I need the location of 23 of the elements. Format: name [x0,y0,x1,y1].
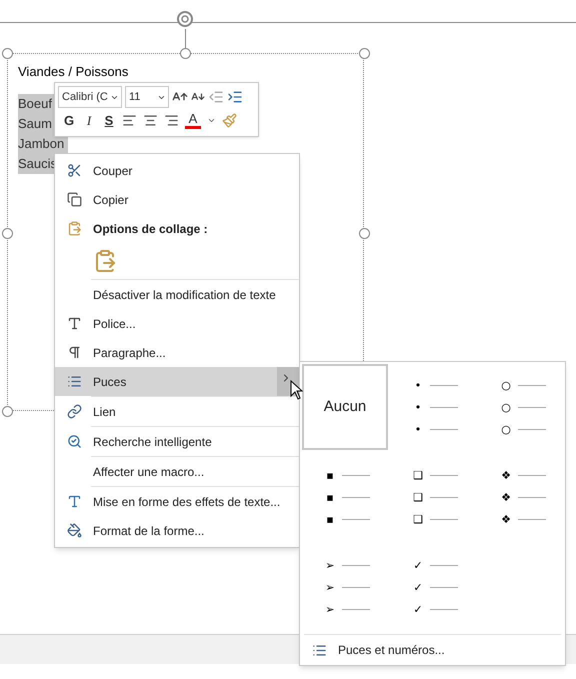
bullet-glyph: ❖ [500,512,512,526]
bullet-glyph: ▪ [325,468,335,482]
bullet-glyph: ✓ [412,602,424,616]
bullet-glyph: • [414,400,422,414]
bullet-glyph: ○ [500,422,512,436]
bullet-glyph: ○ [500,378,512,392]
bullet-glyph: ❖ [500,468,512,482]
bullet-glyph: • [414,378,422,392]
text-box-title: Viandes / Poissons [18,63,130,81]
bullet-glyph: ❑ [412,512,424,526]
bullet-glyph: ➢ [324,580,336,594]
menu-section-header: Options de collage : [93,220,208,238]
bullet-glyph: ❖ [500,490,512,504]
bullet-glyph: ➢ [324,558,336,572]
bullet-glyph: ▪ [325,512,335,526]
bullet-glyph: ○ [500,400,512,414]
bullet-glyph: ❑ [412,468,424,482]
bullet-glyph: ❑ [412,490,424,504]
bullet-glyph: ▪ [325,490,335,504]
bullet-glyph: ✓ [412,580,424,594]
bullet-glyph: • [414,422,422,436]
bullet-glyph: ➢ [324,602,336,616]
bullet-glyph: ✓ [412,558,424,572]
